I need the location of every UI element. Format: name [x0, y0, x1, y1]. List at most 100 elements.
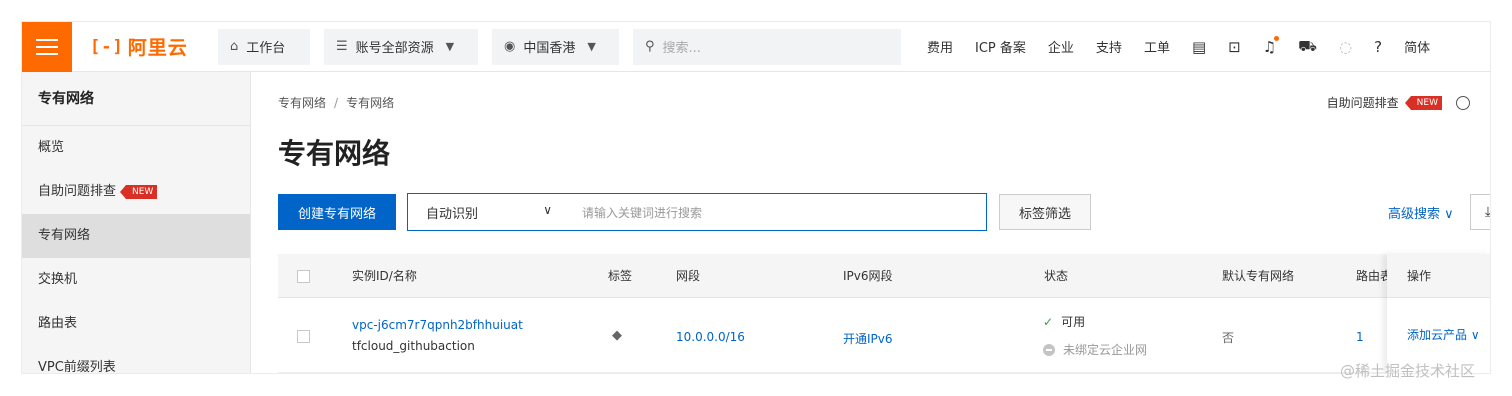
page-title: 专有网络 [278, 137, 391, 170]
cart-icon[interactable]: ⛟ [1298, 37, 1317, 57]
region-selector[interactable]: ◉ 中国香港 ▼ [492, 28, 619, 65]
actions-column: 操作 添加云产品 ∨ [1387, 254, 1490, 373]
search-icon: ⚲ [645, 39, 655, 54]
link-icp[interactable]: ICP 备案 [975, 37, 1026, 56]
default-vpc-value: 否 [1222, 331, 1235, 345]
route-table-count[interactable]: 1 [1356, 330, 1364, 344]
vpc-id-link[interactable]: vpc-j6cm7r7qpnh2bfhhuiuat [352, 318, 523, 332]
column-header-cidr: 网段 [676, 269, 701, 283]
status-text: 可用 [1061, 315, 1086, 329]
column-header-default-vpc: 默认专有网络 [1222, 269, 1295, 283]
link-support[interactable]: 支持 [1096, 37, 1122, 56]
filter-type-label: 自动识别 [426, 206, 479, 222]
search-filter: 自动识别 ∨ 请输入关键词进行搜索 [407, 193, 987, 231]
chevron-down-icon: ∨ [543, 202, 552, 217]
select-all-checkbox[interactable] [297, 270, 310, 283]
action-label: 添加云产品 [1407, 328, 1468, 342]
aliyun-logo[interactable]: [-] 阿里云 [90, 33, 218, 60]
workbench-button[interactable]: ⌂ 工作台 [218, 28, 310, 65]
enable-ipv6-link[interactable]: 开通IPv6 [843, 330, 893, 347]
column-header-status: 状态 [1044, 269, 1069, 283]
download-icon: ⤓ [1484, 204, 1490, 220]
language-switch[interactable]: 简体 [1404, 37, 1430, 56]
resource-group-label: 账号全部资源 [355, 41, 434, 56]
bell-icon[interactable]: ♫ [1263, 35, 1280, 56]
workbench-label: 工作台 [246, 41, 286, 56]
breadcrumb-separator: / [334, 96, 339, 110]
chevron-down-icon: ∨ [1444, 207, 1454, 222]
help-icon[interactable]: ? [1374, 38, 1382, 56]
helper-label: 自助问题排查 [1326, 96, 1399, 110]
breadcrumb-item[interactable]: 专有网络 [278, 96, 326, 110]
cen-status-text: 未绑定云企业网 [1063, 343, 1148, 357]
lightbulb-icon[interactable]: ◌ [1339, 38, 1352, 56]
sidebar-item-vpc[interactable]: 专有网络 [22, 214, 250, 258]
sidebar-title: 专有网络 [22, 72, 250, 126]
chevron-down-icon: ▼ [445, 40, 455, 53]
tag-icon[interactable]: ◆ [612, 328, 622, 343]
location-pin-icon: ◉ [504, 39, 516, 54]
keyword-input[interactable]: 请输入关键词进行搜索 [568, 204, 702, 221]
advanced-search-link[interactable]: 高级搜索 ∨ [1388, 203, 1454, 222]
logo-text: 阿里云 [127, 37, 188, 59]
sidebar-item-vswitch[interactable]: 交换机 [22, 258, 250, 302]
cen-status: 未绑定云企业网 [1043, 341, 1147, 358]
table-row: vpc-j6cm7r7qpnh2bfhhuiuat tfcloud_github… [278, 298, 1490, 373]
home-icon: ⌂ [230, 39, 239, 54]
vpc-name: tfcloud_githubaction [352, 339, 475, 353]
row-checkbox[interactable] [297, 330, 310, 343]
advanced-search-label: 高级搜索 [1388, 207, 1441, 222]
document-icon[interactable]: ▤ [1192, 38, 1206, 56]
hamburger-menu-button[interactable] [22, 22, 72, 72]
download-button[interactable]: ⤓ [1470, 194, 1490, 230]
chevron-down-icon: ∨ [1470, 328, 1480, 342]
table-header: 实例ID/名称 标签 网段 IPv6网段 状态 默认专有网络 路由表 [278, 254, 1490, 298]
breadcrumb: 专有网络 / 专有网络 [278, 94, 394, 111]
sidebar-item-prefix-list[interactable]: VPC前缀列表 [22, 346, 250, 373]
link-ticket[interactable]: 工单 [1144, 37, 1170, 56]
sidebar-item-label: 专有网络 [38, 228, 91, 243]
search-placeholder: 搜索... [662, 41, 701, 56]
sidebar-item-label: 自助问题排查 [38, 184, 117, 199]
filter-type-select[interactable]: 自动识别 ∨ [408, 203, 568, 222]
minus-circle-icon [1043, 344, 1055, 356]
watermark: @稀土掘金技术社区 [1340, 362, 1476, 380]
link-enterprise[interactable]: 企业 [1048, 37, 1074, 56]
sidebar-item-self-diagnosis[interactable]: 自助问题排查 NEW [22, 170, 250, 214]
top-navigation-bar: [-] 阿里云 ⌂ 工作台 ☰ 账号全部资源 ▼ ◉ 中国香港 ▼ ⚲ 搜索..… [22, 22, 1490, 72]
list-icon: ☰ [336, 39, 348, 54]
region-label: 中国香港 [523, 41, 576, 56]
cidr-link[interactable]: 10.0.0.0/16 [676, 330, 745, 344]
sidebar-item-label: 路由表 [38, 316, 78, 331]
add-cloud-product-link[interactable]: 添加云产品 ∨ [1387, 326, 1490, 343]
info-icon [1456, 95, 1470, 110]
resource-group-selector[interactable]: ☰ 账号全部资源 ▼ [324, 28, 478, 65]
console-window: [-] 阿里云 ⌂ 工作台 ☰ 账号全部资源 ▼ ◉ 中国香港 ▼ ⚲ 搜索..… [22, 22, 1490, 373]
chevron-down-icon: ▼ [587, 40, 596, 53]
terminal-icon[interactable]: ⊡ [1228, 38, 1241, 56]
new-badge: NEW [1404, 95, 1442, 110]
sidebar-item-label: 概览 [38, 140, 65, 155]
sidebar-item-route-table[interactable]: 路由表 [22, 302, 250, 346]
create-vpc-button[interactable]: 创建专有网络 [278, 194, 396, 230]
logo-mark: [-] [90, 36, 124, 57]
notification-dot [1274, 35, 1280, 41]
sidebar: 专有网络 概览 自助问题排查 NEW 专有网络 交换机 路由表 VPC前缀列表 [22, 72, 251, 373]
self-diagnosis-link[interactable]: 自助问题排查 NEW [1327, 94, 1470, 111]
sidebar-item-label: VPC前缀列表 [38, 360, 116, 373]
top-links: 费用 ICP 备案 企业 支持 工单 ▤ ⊡ ♫ ⛟ ◌ ? 简体 [927, 35, 1452, 57]
status-available: ✓ 可用 [1043, 313, 1085, 330]
column-header-actions: 操作 [1387, 254, 1490, 298]
column-header-ipv6: IPv6网段 [843, 269, 893, 283]
breadcrumb-item: 专有网络 [346, 96, 395, 110]
tag-filter-button[interactable]: 标签筛选 [999, 194, 1091, 230]
column-header-instance: 实例ID/名称 [352, 269, 417, 283]
link-billing[interactable]: 费用 [927, 37, 953, 56]
sidebar-item-overview[interactable]: 概览 [22, 126, 250, 170]
column-header-tags: 标签 [608, 269, 633, 283]
check-icon: ✓ [1043, 315, 1054, 329]
new-badge: NEW [119, 185, 158, 199]
main-content: 专有网络 / 专有网络 自助问题排查 NEW 专有网络 创建专有网络 自动识别 ∨ … [252, 72, 1490, 373]
global-search-input[interactable]: ⚲ 搜索... [633, 28, 901, 65]
sidebar-item-label: 交换机 [38, 272, 78, 287]
